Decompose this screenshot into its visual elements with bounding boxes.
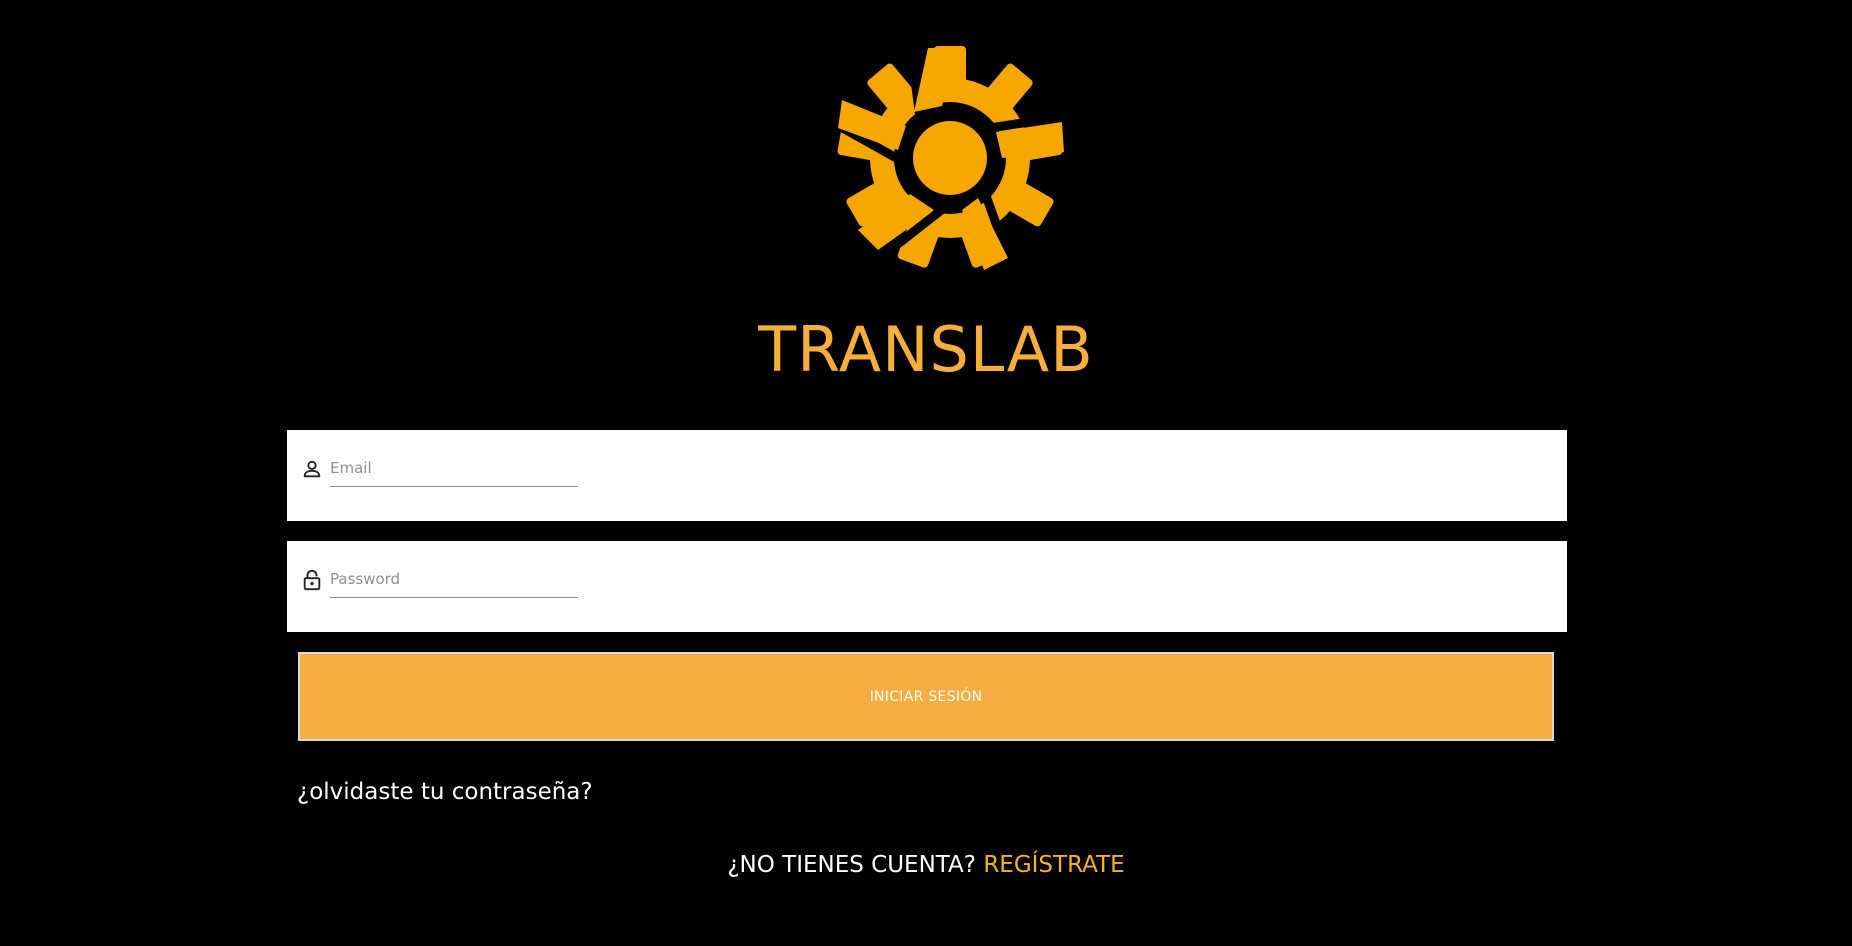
register-link[interactable]: REGÍSTRATE (983, 852, 1124, 878)
login-button[interactable]: INICIAR SESIÓN (298, 652, 1554, 741)
email-field[interactable] (330, 450, 578, 487)
register-prompt-text: ¿NO TIENES CUENTA? (727, 852, 976, 878)
gear-logo-icon (830, 39, 1069, 270)
password-field[interactable] (330, 561, 578, 598)
password-field-card (287, 541, 1567, 632)
forgot-password-link[interactable]: ¿olvidaste tu contraseña? (297, 777, 593, 807)
register-prompt-row: ¿NO TIENES CUENTA? REGÍSTRATE (0, 849, 1852, 881)
brand-title: TRANSLAB (758, 313, 1094, 386)
lock-icon (303, 569, 321, 591)
email-field-card (287, 430, 1567, 521)
login-page: TRANSLAB INICIAR SESIÓN ¿olvidaste tu co… (0, 0, 1852, 946)
user-icon (303, 460, 321, 478)
